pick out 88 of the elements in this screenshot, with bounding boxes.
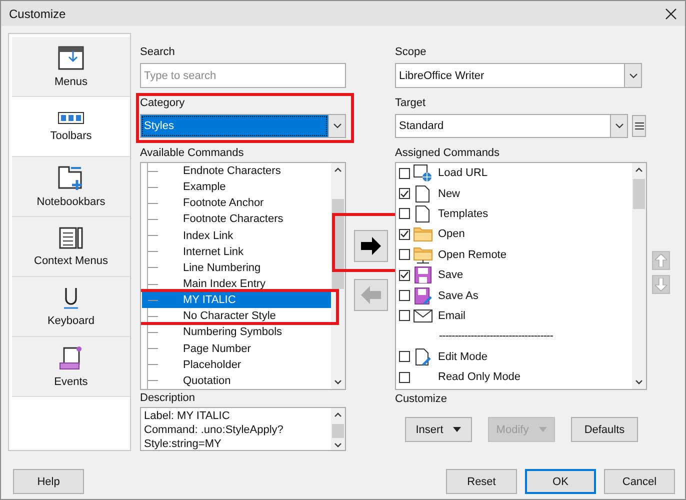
command-item[interactable]: Index Link [142,228,331,244]
checkbox[interactable] [399,188,410,200]
command-item[interactable]: Open Remote [438,248,506,261]
command-item[interactable]: MY ITALIC [142,292,331,308]
sidebar-tab[interactable]: Context Menus [12,217,130,277]
command-item[interactable]: Save As [438,290,478,302]
sidebar-tab[interactable]: Events [12,337,130,397]
field-label: Description [140,391,196,405]
sidebar-tab[interactable]: Notebookbars [12,157,130,217]
add-page-icon [58,166,84,190]
chevron-down-icon [332,123,342,129]
text-scrollbar[interactable] [331,408,345,450]
sidebar-tab[interactable]: Keyboard [12,277,130,337]
field-label: Assigned Commands [395,146,501,160]
window-title: Customize [9,6,66,20]
command-item[interactable]: Save [438,269,464,282]
menu-window-icon [58,46,84,70]
field-label: Available Commands [140,146,245,160]
field-label: Category [140,96,186,110]
command-item[interactable]: Main Index Entry [142,276,331,292]
command-item[interactable]: No Character Style [142,308,331,324]
caret-icon [453,427,462,432]
scroll-icon [59,346,83,370]
checkbox[interactable] [399,249,410,260]
command-item[interactable]: Email [438,310,466,322]
command-item[interactable]: Load URL [438,167,488,180]
checkbox[interactable] [399,310,410,322]
checkbox[interactable] [399,228,410,240]
command-item[interactable]: Quotation [142,372,331,389]
target-dropdown[interactable]: Standard [395,114,628,138]
push-button[interactable]: Defaults [571,417,638,442]
category-dropdown[interactable]: Styles [140,114,346,138]
command-item[interactable]: Line Numbering [142,260,331,276]
checkbox[interactable] [399,351,410,362]
search-field[interactable]: Type to search [140,63,346,88]
command-item[interactable]: Open [438,228,465,240]
command-item[interactable]: Page Number [142,340,331,357]
separator-entry[interactable]: ------------------------------------ [399,330,553,342]
chevron-down-icon [614,123,624,129]
checkbox[interactable] [399,208,410,220]
close-icon[interactable] [665,8,677,20]
toolbar-icon [58,112,84,124]
description-text: Label: MY ITALIC Command: .uno:StyleApply? Style:string=MY [143,409,284,450]
arrow-left-icon [360,285,382,305]
command-item[interactable]: Endnote Characters [142,163,331,180]
command-item[interactable]: New [438,188,460,200]
caret-icon [538,427,547,432]
command-item[interactable]: Internet Link [142,244,331,260]
command-item[interactable]: Placeholder [142,356,331,373]
page-pencil-icon [413,348,433,366]
floppy-pencil-icon [413,286,433,305]
underline-icon [63,286,79,308]
envelope-icon [413,306,433,325]
command-item[interactable]: Footnote Anchor [142,195,331,212]
checkbox[interactable] [399,372,410,383]
field-label: Scope [395,45,428,59]
menu-button[interactable]: Insert [405,417,472,442]
menu-icon [634,122,644,130]
dialog-button[interactable]: Cancel [604,469,675,494]
dialog-button[interactable]: OK [525,469,596,494]
arrow-up-icon [655,254,667,267]
checkbox[interactable] [399,168,410,179]
command-item[interactable]: Numbering Symbols [142,324,331,341]
add-button[interactable] [354,230,388,262]
field-label: Customize [395,392,448,406]
menu-button[interactable] [632,115,646,137]
list-scrollbar[interactable] [632,163,646,389]
field-label: Target [395,96,427,110]
scroll-thumb[interactable] [332,424,344,438]
command-item[interactable]: Example [142,179,331,196]
dialog-button[interactable]: Reset [446,469,517,494]
arrow-right-icon [360,236,382,256]
context-menu-icon [59,226,83,248]
checkbox[interactable] [399,270,410,281]
arrow-down-icon [655,278,667,291]
command-item[interactable]: Footnote Characters [142,211,331,228]
checkbox[interactable] [399,290,410,302]
scroll-thumb[interactable] [633,179,645,209]
folder-icon [413,246,433,264]
help-button[interactable]: Help [13,469,84,494]
field-label: Search [140,45,176,59]
sidebar-tab[interactable]: Menus [12,37,130,97]
scope-dropdown[interactable]: LibreOffice Writer [395,63,642,88]
folder-icon [413,225,433,244]
chevron-down-icon [628,72,638,78]
command-item[interactable]: Read Only Mode [438,371,521,384]
command-item[interactable]: Edit Mode [438,350,488,363]
command-item[interactable]: Templates [438,208,488,220]
